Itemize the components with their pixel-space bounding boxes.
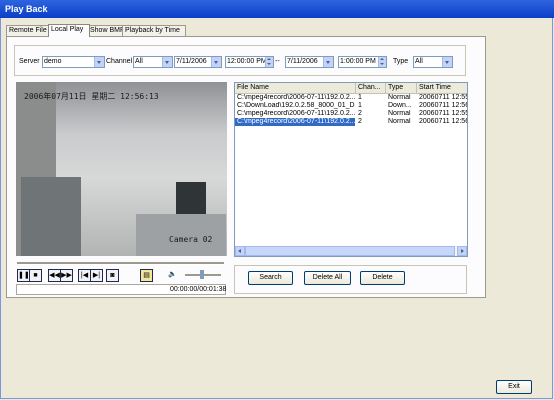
column-header-channel[interactable]: Chan... xyxy=(356,83,386,93)
file-row-selected[interactable]: C:\mpeg4record\2006-07-11\192.0.2... 2 N… xyxy=(235,118,467,126)
start-time-cell: 20060711 12:56 xyxy=(419,118,468,125)
column-header-type[interactable]: Type xyxy=(386,83,417,93)
scroll-right-icon[interactable] xyxy=(457,246,467,256)
end-date-value: 7/11/2006 xyxy=(287,58,318,65)
start-time-cell: 20060711 12:55 xyxy=(419,94,468,101)
delete-button[interactable]: Delete xyxy=(360,271,405,285)
channel-cell: 1 xyxy=(358,102,362,109)
file-name-cell: C:\DownLoad\192.0.2.58_8000_01_D... xyxy=(237,102,355,109)
dropdown-arrow-icon xyxy=(211,57,221,67)
column-header-start-time[interactable]: Start Time xyxy=(417,83,467,93)
start-time-value: 12:00:00 PM xyxy=(227,58,267,65)
title-bar: Play Back xyxy=(0,0,554,18)
fast-button[interactable]: ▶▶ xyxy=(60,269,73,282)
column-header-file-name[interactable]: File Name xyxy=(235,83,356,93)
fast-forward-icon: ▶▶ xyxy=(61,272,72,279)
dropdown-arrow-icon xyxy=(442,57,452,67)
server-value: demo xyxy=(44,58,62,65)
speaker-icon: 🔈 xyxy=(168,271,177,278)
file-list[interactable]: File Name Chan... Type Start Time C:\mpe… xyxy=(234,82,468,257)
channel-cell: 1 xyxy=(358,94,362,101)
snapshot-button[interactable]: ▤ xyxy=(140,269,153,282)
exit-button[interactable]: Exit xyxy=(496,380,532,394)
channel-cell: 2 xyxy=(358,110,362,117)
type-label: Type xyxy=(393,58,409,65)
playback-slider-track[interactable] xyxy=(17,262,224,265)
file-row[interactable]: C:\mpeg4record\2006-07-11\192.0.2... 2 N… xyxy=(235,110,467,118)
step-forward-button[interactable]: ▶| xyxy=(90,269,103,282)
video-partition xyxy=(21,177,81,256)
playback-time: 00:00:00/00:01:38 xyxy=(170,286,227,293)
search-button[interactable]: Search xyxy=(248,271,293,285)
end-time-value: 1:00:00 PM xyxy=(340,58,376,65)
osd-datetime: 2006年07月11日 星期二 12:56:13 xyxy=(24,92,159,101)
start-date-value: 7/11/2006 xyxy=(176,58,207,65)
osd-camera-label: Camera 02 xyxy=(169,235,213,244)
file-row[interactable]: C:\mpeg4record\2006-07-11\192.0.2... 1 N… xyxy=(235,94,467,102)
spinner-icon[interactable] xyxy=(378,57,386,67)
pause-icon: ❚❚ xyxy=(18,272,30,279)
channel-value: All xyxy=(135,58,143,65)
start-time-cell: 20060711 12:56 xyxy=(419,102,468,109)
type-cell: Normal xyxy=(388,118,411,125)
type-select[interactable]: All xyxy=(413,56,453,68)
scroll-left-icon[interactable] xyxy=(235,246,245,256)
end-time-picker[interactable]: 1:00:00 PM xyxy=(338,56,387,68)
type-cell: Down... xyxy=(388,102,412,109)
tab-playback-by-time[interactable]: Playback by Time xyxy=(122,25,186,36)
start-time-cell: 20060711 12:55 xyxy=(419,110,468,117)
tab-show-bmp[interactable]: Show BMP xyxy=(87,25,125,36)
spinner-icon[interactable] xyxy=(265,57,273,67)
window-title: Play Back xyxy=(5,4,48,14)
tab-remote-file[interactable]: Remote File xyxy=(6,25,50,36)
dropdown-arrow-icon xyxy=(323,57,333,67)
step-back-icon: |◀ xyxy=(80,272,89,279)
capture-button[interactable]: ◙ xyxy=(106,269,119,282)
tab-local-play[interactable]: Local Play xyxy=(48,24,90,37)
channel-label: Channel xyxy=(106,58,133,65)
type-value: All xyxy=(415,58,423,65)
file-row[interactable]: C:\DownLoad\192.0.2.58_8000_01_D... 1 Do… xyxy=(235,102,467,110)
rewind-icon: ◀◀ xyxy=(49,272,60,279)
stop-button[interactable]: ■ xyxy=(29,269,42,282)
channel-cell: 2 xyxy=(358,118,362,125)
server-select[interactable]: demo xyxy=(42,56,105,68)
file-name-cell: C:\mpeg4record\2006-07-11\192.0.2... xyxy=(237,94,355,101)
end-date-picker[interactable]: 7/11/2006 xyxy=(285,56,334,68)
volume-thumb[interactable] xyxy=(200,270,204,279)
file-name-cell: C:\mpeg4record\2006-07-11\192.0.2... xyxy=(237,110,355,117)
file-list-header: File Name Chan... Type Start Time xyxy=(235,83,467,94)
video-viewport[interactable]: 2006年07月11日 星期二 12:56:13 Camera 02 xyxy=(16,82,227,256)
sound-button[interactable]: 🔈 xyxy=(167,269,178,280)
camera-icon: ◙ xyxy=(110,272,115,279)
start-time-picker[interactable]: 12:00:00 PM xyxy=(225,56,274,68)
stop-icon: ■ xyxy=(33,272,38,279)
dropdown-arrow-icon xyxy=(162,57,172,67)
scroll-thumb[interactable] xyxy=(245,246,455,256)
delete-all-button[interactable]: Delete All xyxy=(304,271,351,285)
file-name-cell: C:\mpeg4record\2006-07-11\192.0.2... xyxy=(235,118,355,126)
dropdown-arrow-icon xyxy=(94,57,104,67)
type-cell: Normal xyxy=(388,110,411,117)
start-date-picker[interactable]: 7/11/2006 xyxy=(174,56,222,68)
range-separator: -- xyxy=(275,58,280,65)
folder-icon: ▤ xyxy=(143,272,150,279)
server-label: Server xyxy=(19,58,40,65)
horizontal-scrollbar[interactable] xyxy=(235,246,467,256)
channel-select[interactable]: All xyxy=(133,56,173,68)
type-cell: Normal xyxy=(388,94,411,101)
step-forward-icon: ▶| xyxy=(92,272,101,279)
